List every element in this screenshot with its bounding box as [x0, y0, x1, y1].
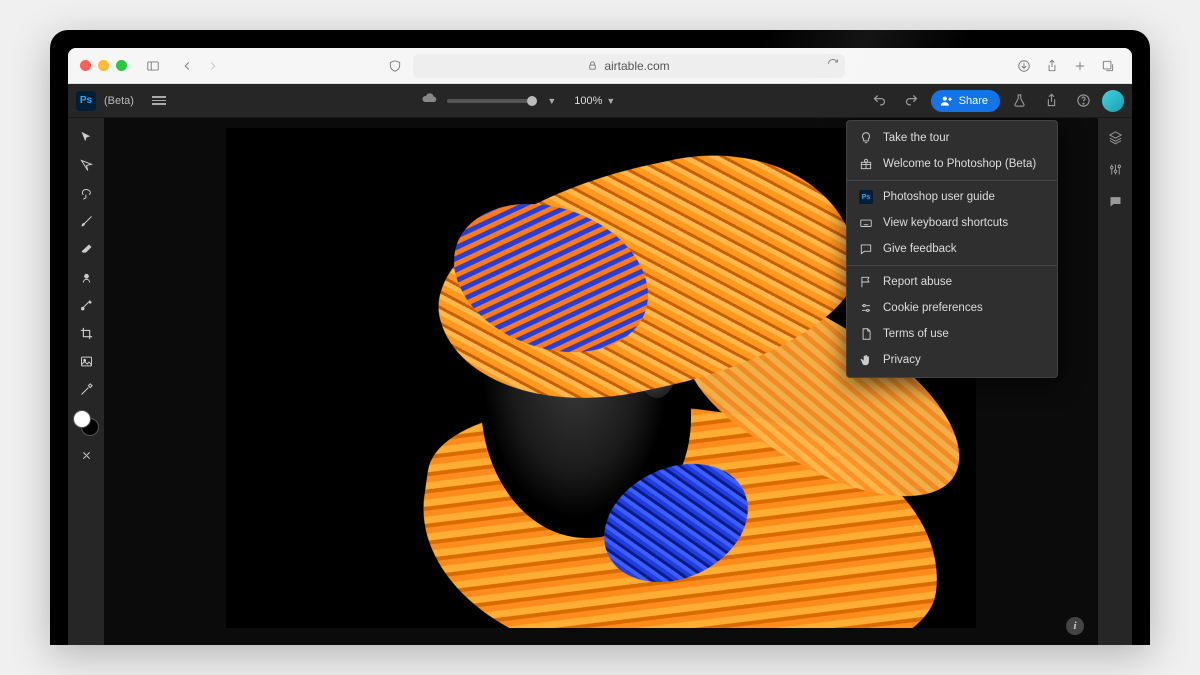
help-item-privacy[interactable]: Privacy: [847, 347, 1057, 373]
help-item-label: Take the tour: [883, 132, 949, 144]
window-controls: [80, 60, 127, 71]
help-item-label: Photoshop user guide: [883, 191, 995, 203]
help-item-tour[interactable]: Take the tour: [847, 125, 1057, 151]
url-host: airtable.com: [604, 59, 669, 73]
tabs-overview-button[interactable]: [1096, 54, 1120, 78]
cloud-sync-icon[interactable]: [421, 90, 437, 111]
selection-tool[interactable]: [72, 180, 100, 206]
keyboard-icon: [859, 216, 873, 230]
layers-panel-button[interactable]: [1102, 124, 1128, 150]
help-item-label: Report abuse: [883, 276, 952, 288]
app-topbar: Ps (Beta) ▼ 100% ▼: [68, 84, 1132, 118]
zoom-control[interactable]: 100% ▼: [574, 95, 615, 107]
share-button[interactable]: [1040, 54, 1064, 78]
help-item-report[interactable]: Report abuse: [847, 269, 1057, 295]
crop-tool[interactable]: [72, 320, 100, 346]
comments-panel-button[interactable]: [1102, 188, 1128, 214]
main-menu-button[interactable]: [148, 92, 170, 109]
document-icon: [859, 327, 873, 341]
sliders-icon: [859, 301, 873, 315]
menu-separator: [847, 265, 1057, 266]
image-tool[interactable]: [72, 348, 100, 374]
clone-stamp-tool[interactable]: [72, 264, 100, 290]
lightbulb-icon: [859, 131, 873, 145]
export-icon[interactable]: [1038, 88, 1064, 114]
maximize-window-button[interactable]: [116, 60, 127, 71]
help-item-label: Welcome to Photoshop (Beta): [883, 158, 1036, 170]
beta-label: (Beta): [104, 95, 134, 107]
color-swatch[interactable]: [73, 410, 99, 436]
user-avatar[interactable]: [1102, 90, 1124, 112]
redo-button[interactable]: [899, 88, 925, 114]
help-item-shortcuts[interactable]: View keyboard shortcuts: [847, 210, 1057, 236]
eyedropper-tool[interactable]: [72, 376, 100, 402]
gift-icon: [859, 157, 873, 171]
downloads-button[interactable]: [1012, 54, 1036, 78]
zoom-value: 100%: [574, 95, 602, 107]
undo-button[interactable]: [867, 88, 893, 114]
opacity-slider[interactable]: [447, 99, 537, 103]
lock-icon: [587, 60, 598, 71]
chat-icon: [859, 242, 873, 256]
topbar-right: Share: [867, 88, 1124, 114]
photoshop-logo[interactable]: Ps: [76, 91, 96, 111]
screen: airtable.com Ps (Beta) ▼: [68, 48, 1132, 645]
app-body: Take the tour Welcome to Photoshop (Beta…: [68, 118, 1132, 645]
healing-brush-tool[interactable]: [72, 292, 100, 318]
flag-icon: [859, 275, 873, 289]
topbar-center: ▼ 100% ▼: [178, 90, 859, 111]
help-item-label: Privacy: [883, 354, 921, 366]
forward-button[interactable]: [201, 54, 225, 78]
brush-tool[interactable]: [72, 208, 100, 234]
chevron-down-icon: ▼: [606, 96, 615, 106]
help-menu: Take the tour Welcome to Photoshop (Beta…: [846, 120, 1058, 378]
photoshop-app: Ps (Beta) ▼ 100% ▼: [68, 84, 1132, 645]
help-button[interactable]: [1070, 88, 1096, 114]
share-button[interactable]: Share: [931, 90, 1000, 112]
help-item-terms[interactable]: Terms of use: [847, 321, 1057, 347]
help-item-feedback[interactable]: Give feedback: [847, 236, 1057, 262]
beaker-icon[interactable]: [1006, 88, 1032, 114]
foreground-color[interactable]: [73, 410, 91, 428]
help-item-cookies[interactable]: Cookie preferences: [847, 295, 1057, 321]
close-window-button[interactable]: [80, 60, 91, 71]
address-bar[interactable]: airtable.com: [413, 54, 845, 78]
eraser-tool[interactable]: [72, 236, 100, 262]
sidebar-toggle-button[interactable]: [141, 54, 165, 78]
adjustments-panel-button[interactable]: [1102, 156, 1128, 182]
help-item-label: Cookie preferences: [883, 302, 983, 314]
hand-icon: [859, 353, 873, 367]
chevron-down-icon[interactable]: ▼: [547, 96, 556, 106]
refresh-button[interactable]: [827, 58, 839, 73]
browser-toolbar: airtable.com: [68, 48, 1132, 84]
swap-colors-button[interactable]: [72, 442, 100, 468]
photoshop-mini-icon: Ps: [859, 190, 873, 204]
info-button[interactable]: i: [1066, 617, 1084, 635]
move-tool[interactable]: [72, 124, 100, 150]
canvas-area[interactable]: Take the tour Welcome to Photoshop (Beta…: [104, 118, 1098, 645]
help-item-welcome[interactable]: Welcome to Photoshop (Beta): [847, 151, 1057, 177]
new-tab-button[interactable]: [1068, 54, 1092, 78]
laptop-frame: airtable.com Ps (Beta) ▼: [50, 30, 1150, 645]
tool-rail: [68, 118, 104, 645]
lasso-tool[interactable]: [72, 152, 100, 178]
privacy-shield-icon[interactable]: [385, 54, 405, 78]
person-plus-icon: [939, 94, 953, 108]
help-item-label: Give feedback: [883, 243, 957, 255]
minimize-window-button[interactable]: [98, 60, 109, 71]
share-label: Share: [959, 95, 988, 107]
right-rail: [1098, 118, 1132, 645]
help-item-label: View keyboard shortcuts: [883, 217, 1008, 229]
help-item-user-guide[interactable]: Ps Photoshop user guide: [847, 184, 1057, 210]
back-button[interactable]: [175, 54, 199, 78]
help-item-label: Terms of use: [883, 328, 949, 340]
menu-separator: [847, 180, 1057, 181]
